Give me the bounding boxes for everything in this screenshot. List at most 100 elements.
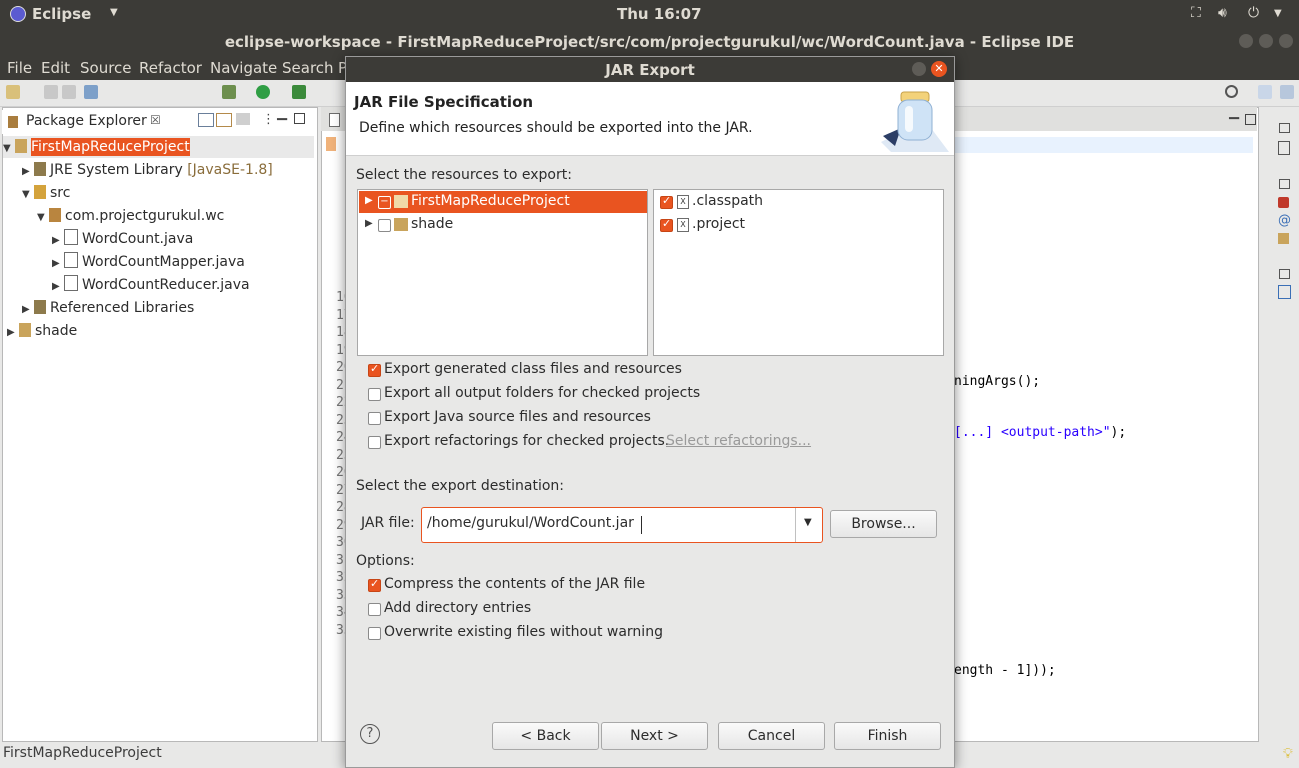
directory-entries-label[interactable]: Add directory entries [384, 600, 531, 616]
close-button[interactable] [1279, 34, 1293, 48]
restore-icon[interactable] [1279, 123, 1290, 133]
tree-row-file[interactable]: ▶ WordCountMapper.java [52, 251, 245, 273]
view-menu-icon[interactable]: ⋮ [262, 112, 275, 127]
ubuntu-logo-icon[interactable] [10, 6, 26, 22]
select-refactorings-link[interactable]: Select refactorings... [666, 433, 811, 449]
menu-navigate[interactable]: Navigate [210, 59, 277, 77]
collapsed-arrow-icon[interactable]: ▶ [22, 299, 34, 321]
tree-row-file[interactable]: ▶ WordCountReducer.java [52, 274, 250, 296]
file-row[interactable]: X .project [655, 214, 941, 236]
new-icon[interactable] [6, 85, 20, 99]
jar-file-input[interactable]: /home/gurukul/WordCount.jar [427, 515, 634, 531]
collapsed-arrow-icon[interactable]: ▶ [7, 322, 19, 344]
java-perspective-icon[interactable] [1280, 85, 1294, 99]
jar-file-combo[interactable]: /home/gurukul/WordCount.jar ▼ [421, 507, 823, 543]
menu-source[interactable]: Source [80, 59, 132, 77]
help-button[interactable]: ? [360, 724, 380, 744]
outline-icon[interactable] [1278, 141, 1290, 155]
checkbox[interactable] [660, 217, 673, 232]
dialog-maximize-button[interactable] [912, 62, 926, 76]
code-line[interactable]: [...] <output-path>"); [954, 425, 1126, 440]
collapsed-arrow-icon[interactable]: ▶ [22, 161, 34, 183]
collapsed-arrow-icon[interactable]: ▶ [52, 230, 64, 252]
javadoc-icon[interactable]: @ [1278, 213, 1291, 228]
tree-row-src[interactable]: ▼ src [22, 182, 70, 204]
power-icon[interactable]: ⏻ [1248, 5, 1259, 21]
volume-icon[interactable]: 🔊︎ [1218, 5, 1227, 21]
link-editor-icon[interactable] [216, 113, 232, 127]
export-refactorings-label[interactable]: Export refactorings for checked projects… [384, 433, 669, 449]
collapsed-arrow-icon[interactable]: ▶ [52, 276, 64, 298]
save-icon[interactable] [44, 85, 58, 99]
tree-row-project[interactable]: ▼ FirstMapReduceProject [3, 136, 314, 158]
browse-button[interactable]: Browse... [830, 510, 937, 538]
maximize-view-icon[interactable] [294, 113, 305, 124]
maximize-button[interactable] [1259, 34, 1273, 48]
collapsed-arrow-icon[interactable]: ▶ [365, 195, 373, 206]
compress-label[interactable]: Compress the contents of the JAR file [384, 576, 645, 592]
skip-breakpoints-icon[interactable] [84, 85, 98, 99]
export-refactorings-checkbox[interactable] [368, 436, 381, 449]
power-chevron-icon[interactable]: ▼ [1274, 8, 1282, 19]
editor-minimize-icon[interactable]: ▁ [1229, 105, 1239, 120]
run-icon[interactable] [256, 85, 270, 99]
collapsed-arrow-icon[interactable]: ▶ [365, 218, 373, 229]
external-tools-icon[interactable] [292, 85, 306, 99]
expanded-arrow-icon[interactable]: ▼ [22, 184, 34, 206]
collapsed-arrow-icon[interactable]: ▶ [52, 253, 64, 275]
menu-edit[interactable]: Edit [41, 59, 70, 77]
collapse-all-icon[interactable] [198, 113, 214, 127]
chevron-down-icon[interactable]: ▼ [804, 517, 812, 528]
hierarchy-icon[interactable] [1278, 285, 1291, 299]
cancel-button[interactable]: Cancel [718, 722, 825, 750]
checkbox[interactable] [660, 194, 673, 209]
problems-icon[interactable] [1278, 197, 1289, 208]
minimize-button[interactable] [1239, 34, 1253, 48]
menu-file[interactable]: File [7, 59, 32, 77]
dialog-close-button[interactable]: ✕ [931, 61, 947, 77]
checkbox[interactable] [378, 219, 391, 232]
tree-row-project[interactable]: ▶ − FirstMapReduceProject [359, 191, 647, 213]
expanded-arrow-icon[interactable]: ▼ [3, 138, 15, 160]
network-icon[interactable]: ⛶ [1191, 5, 1201, 21]
tree-row-file[interactable]: ▶ WordCount.java [52, 228, 193, 250]
back-button[interactable]: < Back [492, 722, 599, 750]
export-class-files-label[interactable]: Export generated class files and resourc… [384, 361, 682, 377]
open-perspective-icon[interactable] [1258, 85, 1272, 99]
restore-icon[interactable] [1279, 179, 1290, 189]
editor-tab-java-icon[interactable] [329, 113, 340, 127]
app-menu-chevron-icon[interactable]: ▼ [110, 7, 118, 18]
export-class-files-checkbox[interactable] [368, 362, 381, 377]
restore-icon[interactable] [1279, 269, 1290, 279]
file-row[interactable]: X .classpath [655, 191, 941, 213]
compress-checkbox[interactable] [368, 577, 381, 592]
tip-lightbulb-icon[interactable]: 💡︎ [1283, 746, 1293, 762]
declaration-icon[interactable] [1278, 233, 1289, 244]
export-output-folders-label[interactable]: Export all output folders for checked pr… [384, 385, 700, 401]
code-line[interactable]: ningArgs(); [954, 374, 1040, 389]
directory-entries-checkbox[interactable] [368, 603, 381, 616]
tri-state-checkbox[interactable]: − [378, 196, 391, 209]
clock[interactable]: Thu 16:07 [617, 5, 702, 23]
tree-row-shade[interactable]: ▶ shade [359, 214, 647, 236]
resource-tree-panel[interactable]: ▶ − FirstMapReduceProject ▶ shade [357, 189, 648, 356]
export-output-folders-checkbox[interactable] [368, 388, 381, 401]
next-button[interactable]: Next > [601, 722, 708, 750]
menu-refactor[interactable]: Refactor [139, 59, 202, 77]
menu-search[interactable]: Search [282, 59, 334, 77]
debug-icon[interactable] [222, 85, 236, 99]
filter-icon[interactable] [236, 113, 250, 125]
app-menu-label[interactable]: Eclipse [32, 5, 91, 23]
tree-row-package[interactable]: ▼ com.projectgurukul.wc [37, 205, 224, 227]
export-source-files-checkbox[interactable] [368, 412, 381, 425]
package-explorer-tab[interactable]: Package Explorer ☒ [2, 110, 170, 134]
tree-row-libraries[interactable]: ▶ Referenced Libraries [22, 297, 194, 319]
resource-file-panel[interactable]: X .classpath X .project [653, 189, 944, 356]
finish-button[interactable]: Finish [834, 722, 941, 750]
overwrite-checkbox[interactable] [368, 627, 381, 640]
tree-row-shade[interactable]: ▶ shade [7, 320, 77, 342]
save-all-icon[interactable] [62, 85, 76, 99]
search-icon[interactable] [1225, 85, 1238, 98]
editor-maximize-icon[interactable] [1245, 114, 1256, 125]
code-line[interactable]: ength - 1])); [954, 663, 1056, 678]
